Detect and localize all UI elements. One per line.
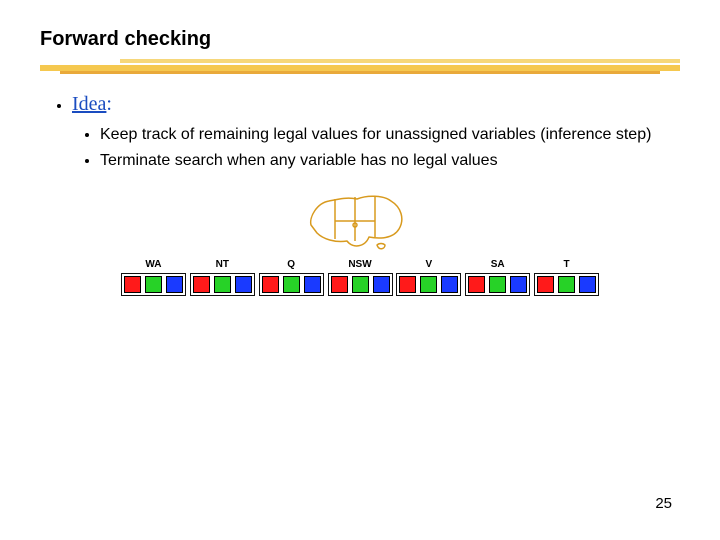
idea-bullet: Idea: Keep track of remaining legal valu…	[72, 93, 680, 171]
australia-map	[120, 189, 600, 253]
domain-row: WA NT Q NSW V SA T	[120, 259, 600, 296]
domain-cell	[510, 276, 527, 293]
domain-cell	[214, 276, 231, 293]
domain-cell	[193, 276, 210, 293]
domain-label: T	[564, 259, 570, 270]
sub-bullet-list: Keep track of remaining legal values for…	[72, 124, 680, 171]
domain-cell	[420, 276, 437, 293]
figure: WA NT Q NSW V SA T	[120, 189, 600, 296]
sub-bullet: Terminate search when any variable has n…	[100, 150, 680, 172]
domain-cell	[373, 276, 390, 293]
domain-label: NSW	[348, 259, 371, 270]
domain-cells	[534, 273, 599, 296]
domain-cell	[399, 276, 416, 293]
bullet-list: Idea: Keep track of remaining legal valu…	[40, 93, 680, 171]
slide-title: Forward checking	[40, 28, 680, 51]
map-icon	[305, 189, 415, 253]
domain-cell	[331, 276, 348, 293]
domain-cell	[489, 276, 506, 293]
divider-stroke	[60, 71, 660, 74]
domain-column: V	[395, 259, 462, 296]
domain-cell	[283, 276, 300, 293]
domain-cells	[328, 273, 393, 296]
domain-column: NSW	[327, 259, 394, 296]
domain-cell	[352, 276, 369, 293]
divider-stroke	[120, 59, 680, 63]
domain-cell	[262, 276, 279, 293]
idea-label: Idea	[72, 93, 106, 115]
sub-bullet: Keep track of remaining legal values for…	[100, 124, 680, 146]
domain-column: Q	[258, 259, 325, 296]
domain-label: V	[426, 259, 433, 270]
domain-cell	[441, 276, 458, 293]
domain-cell	[579, 276, 596, 293]
domain-label: Q	[287, 259, 295, 270]
domain-column: NT	[189, 259, 256, 296]
domain-cell	[166, 276, 183, 293]
domain-label: WA	[145, 259, 161, 270]
domain-cells	[396, 273, 461, 296]
domain-cell	[124, 276, 141, 293]
domain-column: WA	[120, 259, 187, 296]
page-number: 25	[655, 495, 672, 512]
domain-cell	[468, 276, 485, 293]
domain-column: T	[533, 259, 600, 296]
domain-cell	[235, 276, 252, 293]
domain-column: SA	[464, 259, 531, 296]
title-divider	[40, 57, 680, 79]
domain-cell	[304, 276, 321, 293]
domain-label: SA	[491, 259, 505, 270]
domain-cells	[190, 273, 255, 296]
domain-cells	[121, 273, 186, 296]
domain-cells	[465, 273, 530, 296]
domain-label: NT	[216, 259, 229, 270]
slide: Forward checking Idea: Keep track of rem…	[0, 0, 720, 540]
domain-cell	[145, 276, 162, 293]
domain-cells	[259, 273, 324, 296]
domain-cell	[537, 276, 554, 293]
domain-cell	[558, 276, 575, 293]
idea-colon: :	[106, 93, 112, 115]
